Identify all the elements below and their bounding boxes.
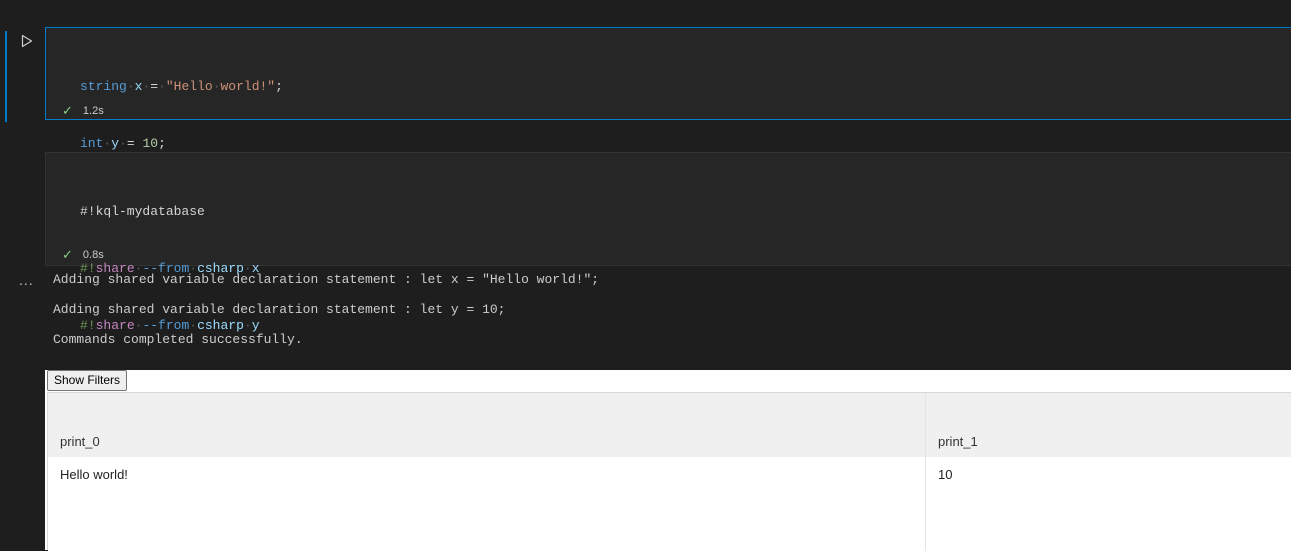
code-token: csharp [197,318,244,333]
column-divider[interactable] [925,393,926,551]
column-header-label: print_0 [60,434,100,449]
code-token: #! [80,318,96,333]
execution-time: 0.8s [82,249,104,261]
code-cell-kql[interactable]: #!kql-mydatabase #!share·--from·csharp·x… [45,152,1291,390]
cell-focus-indicator [5,31,7,122]
code-line: #!kql-mydatabase [80,202,260,221]
table-cell: Hello world! [48,457,925,551]
code-token: = [126,136,135,151]
code-token: ; [158,136,166,151]
code-token: share [95,318,135,333]
table-cell: 10 [926,457,1291,551]
code-token: world!" [220,79,276,94]
output-more-actions[interactable]: ... [19,272,34,288]
whitespace-marker: · [212,79,221,94]
code-token: --from [142,318,190,333]
code-token: #!kql-mydatabase [80,204,205,219]
whitespace-marker: · [158,79,166,94]
show-filters-button[interactable]: Show Filters [47,370,128,391]
code-token: int [80,136,104,151]
whitespace-marker: · [243,318,252,333]
execution-status: ✓ 1.2s [62,103,104,119]
execution-status: ✓ 0.8s [62,247,104,263]
code-token: 10 [142,136,159,151]
result-table-output: Show Filters print_0 print_1 Hello world… [45,370,1291,551]
table-cell-value: 10 [938,467,953,482]
data-grid: print_0 print_1 Hello world! 10 [47,392,1291,551]
whitespace-marker: · [126,79,135,94]
whitespace-marker: · [189,318,198,333]
code-token: y [111,136,120,151]
column-header[interactable]: print_1 [926,393,1291,457]
code-token: = [150,79,159,94]
output-line: Adding shared variable declaration state… [53,272,600,287]
code-token: "Hello [165,79,213,94]
code-token: y [251,318,260,333]
code-line: int·y·= 10; [80,134,283,153]
run-cell-button[interactable] [19,33,35,49]
whitespace-marker: · [119,136,127,151]
code-line: string·x·=·"Hello·world!"; [80,77,283,96]
check-icon: ✓ [62,247,73,262]
output-line: Adding shared variable declaration state… [53,302,506,317]
code-cell-csharp[interactable]: string·x·=·"Hello·world!"; int·y·= 10; v… [45,27,1291,208]
code-token: ; [275,79,283,94]
table-cell-value: Hello world! [60,467,128,482]
column-header[interactable]: print_0 [48,393,925,457]
check-icon: ✓ [62,103,73,118]
code-token: string [80,79,127,94]
column-header-label: print_1 [938,434,978,449]
play-icon [21,34,33,48]
execution-time: 1.2s [82,105,104,117]
output-line: Commands completed successfully. [53,332,303,347]
